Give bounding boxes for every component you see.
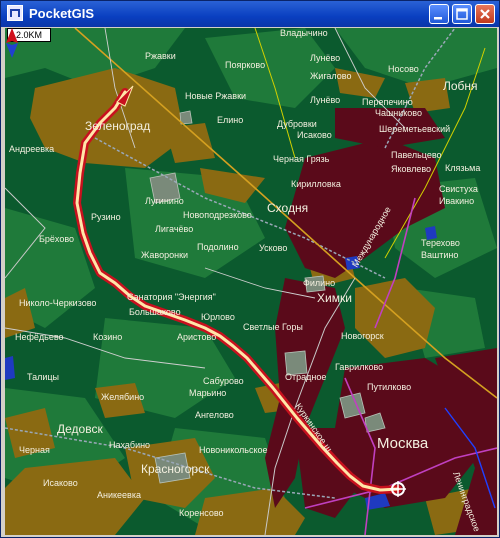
label-shodnya: Сходня (267, 201, 308, 215)
label-isakovo2: Исаково (43, 478, 78, 488)
app-icon (7, 5, 23, 21)
compass-icon[interactable] (5, 28, 19, 58)
label-moskva: Москва (377, 435, 429, 452)
label-zhavoronki: Жаворонки (141, 250, 188, 260)
close-button[interactable] (475, 4, 495, 24)
label-isakovo1: Исаково (297, 130, 332, 140)
label-sheremetyevsky: Шереметьевский (379, 124, 450, 134)
label-nosovo: Носово (388, 64, 419, 74)
label-ruzino: Рузино (91, 212, 121, 222)
label-svistuha: Свистуха (439, 184, 478, 194)
label-energia: Санатория "Энергия" (127, 292, 216, 302)
label-elino: Елино (217, 115, 243, 125)
pocketgis-window: PocketGIS Ржавки Владычино Поярково Лунё… (0, 0, 500, 538)
label-lugino: Лугинино (145, 196, 184, 206)
label-brekhovo: Брёхово (39, 234, 74, 244)
title-bar[interactable]: PocketGIS (1, 1, 499, 27)
label-yakovlevo: Яковлево (391, 164, 431, 174)
label-uskovo: Усково (259, 243, 287, 253)
label-vashutino: Ваштино (421, 250, 458, 260)
label-svetlye-gory: Светлые Горы (243, 322, 303, 332)
minimize-button[interactable] (429, 4, 449, 24)
label-fedino: Филино (303, 278, 335, 288)
label-lunevo1: Лунёво (310, 53, 340, 63)
label-nakhabino: Нахабино (109, 440, 150, 450)
label-terehovo: Терехово (421, 238, 460, 248)
minimize-icon (434, 17, 442, 20)
label-zhigalovo: Жигалово (310, 71, 351, 81)
label-podolino: Подолино (197, 242, 239, 252)
label-zelenograd: Зеленоград (85, 119, 150, 133)
label-bolshakovo: Большаково (129, 307, 181, 317)
label-klyazma: Клязьма (445, 163, 480, 173)
label-novonikolskoe: Новоникольское (199, 445, 268, 455)
label-chashnikovo: Чашниково (375, 108, 422, 118)
label-otradnoe: Отрадное (285, 372, 326, 382)
label-lunevo2: Лунёво (310, 95, 340, 105)
label-aristovo: Аристово (177, 332, 216, 342)
label-yurlovo: Юрлово (201, 312, 235, 322)
label-kirillovka: Кирилловка (291, 179, 341, 189)
label-ivakino: Ивакино (439, 196, 474, 206)
label-talicy: Талицы (27, 372, 59, 382)
label-nefedevo: Нефёдьево (15, 332, 64, 342)
label-putilkovo: Путилково (367, 382, 411, 392)
label-vladychino: Владычино (280, 28, 328, 38)
label-ryazhki: Ржавки (145, 51, 176, 61)
label-novogorsk: Новогорск (341, 331, 384, 341)
label-dubrovki: Дубровки (277, 119, 317, 129)
label-khimki: Химки (317, 291, 352, 305)
label-dedovsk: Дедовск (57, 422, 103, 436)
maximize-button[interactable] (452, 4, 472, 24)
label-nikolo-cherkizovo: Николо-Черкизово (19, 298, 96, 308)
label-anikeevka: Аникеевка (97, 490, 141, 500)
label-chernaya: Черная (19, 445, 50, 455)
label-koptevo: Коренсово (179, 508, 224, 518)
map-canvas[interactable]: Ржавки Владычино Поярково Лунёво Носово … (5, 28, 497, 535)
label-novye-ryazhki: Новые Ржавки (185, 91, 246, 101)
label-poyarkovo: Поярково (225, 60, 265, 70)
label-kozino: Козино (93, 332, 122, 342)
label-andreevka: Андреевка (9, 144, 54, 154)
label-ligachevo: Лигачёво (155, 224, 193, 234)
label-chernaya-gryaz: Черная Грязь (273, 154, 330, 164)
maximize-icon (456, 8, 468, 20)
label-zhelyabino: Желябино (101, 392, 144, 402)
label-angelovo: Ангелово (195, 410, 234, 420)
label-perepechino: Перепечино (362, 97, 413, 107)
label-saburovo: Сабурово (203, 376, 244, 386)
label-marino: Марьино (189, 388, 226, 398)
label-novopodrezkovo: Новоподрезково (183, 210, 252, 220)
label-lobnya: Лобня (443, 79, 478, 93)
label-krasnogorsk: Красногорск (141, 462, 210, 476)
label-pavelcevo: Павельцево (391, 150, 442, 160)
window-title: PocketGIS (29, 6, 95, 21)
close-icon (480, 9, 490, 19)
label-gavrilkovo: Гаврилково (335, 362, 383, 372)
map-view[interactable]: Ржавки Владычино Поярково Лунёво Носово … (5, 28, 497, 535)
